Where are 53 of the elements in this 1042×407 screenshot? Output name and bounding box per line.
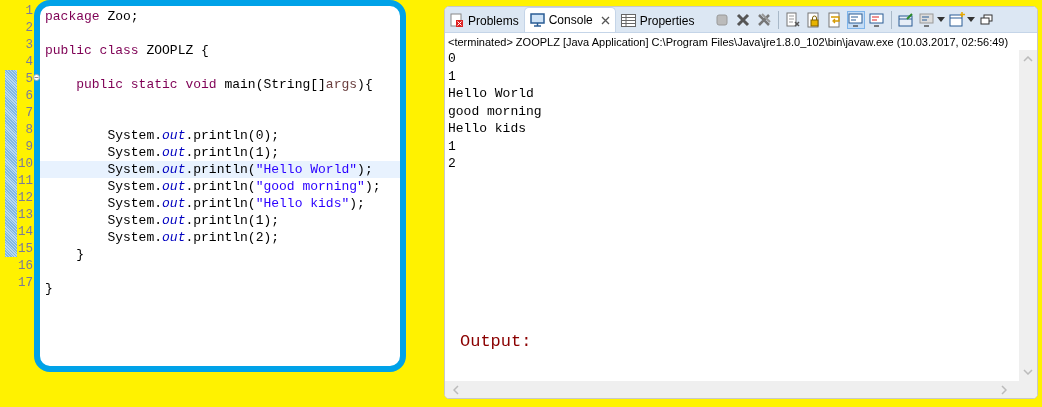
code-line: System.out.println(1); [106,145,280,160]
code-line: public class ZOOPLZ { [45,43,209,58]
line-number: 17 [17,275,34,290]
line-number: 1 [24,3,34,18]
console-output-line: 0 [448,50,457,68]
code-line: System.out.println("good morning"); [106,179,381,194]
line-number: 7 [24,105,34,120]
code-line: System.out.println("Hello kids"); [106,196,365,211]
code-line: System.out.println(0); [106,128,280,143]
line-number: 9 [24,139,34,154]
view-tab[interactable]: Problems [445,9,524,32]
view-tab[interactable]: Console [523,7,616,32]
code-line: System.out.println(2); [106,230,280,245]
line-number: 2 [24,20,34,35]
console-status: <terminated> ZOOPLZ [Java Application] C:\Program Files\Java\jre1.8.0_102\bin\javaw.exe (10.03.2017, 02:56:49) [447,35,1010,50]
code-editor[interactable] [34,0,406,372]
code-line: System.out.println("Hello World"); [106,162,373,177]
view-tab[interactable]: Properties [615,9,700,32]
table-icon [620,14,636,27]
line-number: 14 [17,224,34,239]
monitor-icon[interactable] [847,10,866,29]
line-number: 10 [17,156,34,171]
fold-icon[interactable] [33,74,40,81]
pin-icon[interactable] [897,10,916,29]
monitor-icon[interactable] [868,10,887,29]
dropdown-caret-icon[interactable] [967,17,976,22]
clear-document-icon[interactable] [784,10,803,29]
console-output-line: 1 [448,67,457,85]
line-number: 11 [17,173,34,188]
close-icon[interactable] [600,15,610,25]
console-output-line: Hello kids [448,120,527,138]
console-output-line: Hello World [448,85,535,103]
console-output-line: good morning [448,102,543,120]
line-number: 4 [24,54,34,69]
line-number: 8 [24,122,34,137]
code-line: System.out.println(1); [106,213,280,228]
line-number: 3 [24,37,34,52]
output-label: Output: [460,332,533,351]
line-number: 15 [17,241,34,256]
code-line: } [75,247,84,262]
console-output-line: 1 [448,137,457,155]
code-line: package Zoo; [45,9,139,24]
monitor-icon [529,13,545,27]
line-number: 5 [24,71,34,86]
line-number: 13 [17,207,34,222]
dropdown-caret-icon[interactable] [937,17,946,22]
problems-icon [450,13,464,28]
line-number: 16 [17,258,34,273]
line-number: 12 [17,190,34,205]
console-output-line: 2 [448,155,457,173]
code-line: } [45,281,53,296]
code-line: public static void main(String[]args){ [75,77,373,92]
line-number: 6 [24,88,34,103]
